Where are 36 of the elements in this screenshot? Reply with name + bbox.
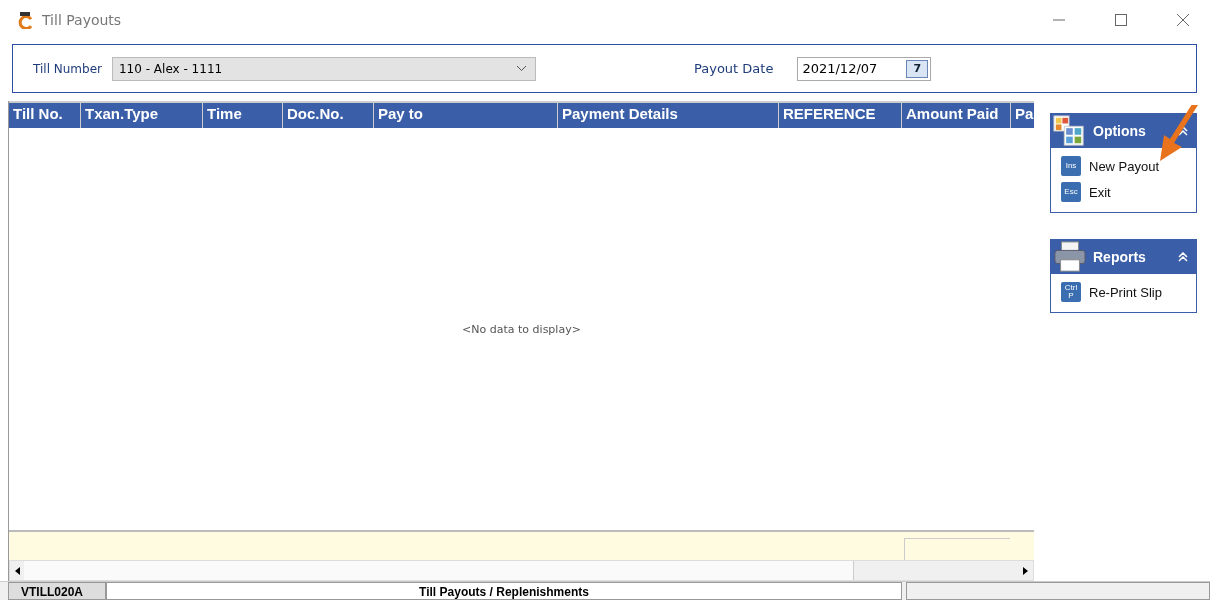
empty-message: <No data to display> — [462, 322, 581, 336]
shortcut-key-icon: Ctrl P — [1061, 282, 1081, 302]
window-title: Till Payouts — [42, 12, 123, 28]
panel-title: Options — [1093, 123, 1147, 139]
column-header[interactable]: Till No. — [9, 103, 81, 128]
column-header[interactable]: Txan.Type — [81, 103, 203, 128]
form-title: Till Payouts / Replenishments — [106, 582, 902, 600]
column-header[interactable]: Pa — [1011, 103, 1034, 128]
column-header[interactable]: Amount Paid — [902, 103, 1011, 128]
panel-title: Reports — [1093, 249, 1147, 265]
column-header[interactable]: Doc.No. — [283, 103, 374, 128]
panel-header[interactable]: Options — [1051, 114, 1196, 148]
column-header[interactable]: Payment Details — [558, 103, 779, 128]
panel-action-item[interactable]: Ins New Payout — [1061, 156, 1188, 176]
column-header[interactable]: REFERENCE — [779, 103, 902, 128]
calendar-button[interactable]: 7 — [906, 59, 929, 78]
payout-date-label: Payout Date — [694, 61, 774, 76]
horizontal-scrollbar[interactable] — [9, 560, 1034, 581]
form-code: VTILL020A — [8, 582, 106, 600]
chevron-down-icon — [516, 65, 527, 72]
column-header[interactable]: Time — [203, 103, 283, 128]
app-logo-icon — [18, 11, 34, 29]
close-icon — [1177, 14, 1189, 26]
panel-header[interactable]: Reports — [1051, 240, 1196, 274]
payout-date-field[interactable]: 2021/12/07 7 — [797, 56, 932, 81]
collapse-icon[interactable] — [1178, 252, 1188, 262]
till-number-dropdown[interactable]: 110 - Alex - 1111 — [112, 56, 536, 81]
collapse-icon[interactable] — [1178, 126, 1188, 136]
maximize-icon — [1115, 14, 1127, 26]
shortcut-key-icon: Ins — [1061, 156, 1081, 176]
panel-action-item[interactable]: Esc Exit — [1061, 182, 1188, 202]
scrollbar-thumb[interactable] — [24, 561, 854, 580]
panel-action-item[interactable]: Ctrl P Re-Print Slip — [1061, 282, 1188, 302]
shortcut-key-icon: Esc — [1061, 182, 1081, 202]
till-number-label: Till Number — [33, 61, 102, 76]
column-header[interactable]: Pay to — [374, 103, 558, 128]
